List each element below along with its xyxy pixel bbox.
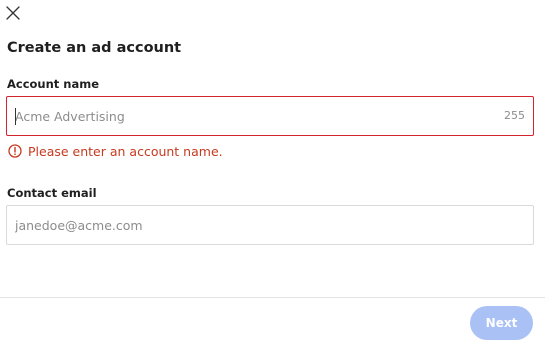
account-name-field[interactable]: 255 bbox=[6, 96, 534, 136]
contact-email-label: Contact email bbox=[7, 186, 97, 200]
account-name-input[interactable] bbox=[15, 97, 485, 135]
next-button[interactable]: Next bbox=[470, 306, 533, 340]
error-message: Please enter an account name. bbox=[28, 143, 223, 159]
close-button[interactable] bbox=[4, 4, 22, 22]
account-name-error: Please enter an account name. bbox=[8, 143, 223, 159]
dialog-title: Create an ad account bbox=[7, 40, 182, 56]
footer-divider bbox=[0, 297, 545, 298]
close-icon bbox=[6, 6, 20, 20]
account-name-label: Account name bbox=[7, 77, 100, 91]
character-limit: 255 bbox=[504, 109, 525, 122]
alert-circle-icon bbox=[8, 144, 22, 158]
contact-email-field[interactable] bbox=[6, 205, 534, 245]
contact-email-input[interactable] bbox=[15, 206, 485, 244]
text-caret bbox=[15, 108, 16, 125]
